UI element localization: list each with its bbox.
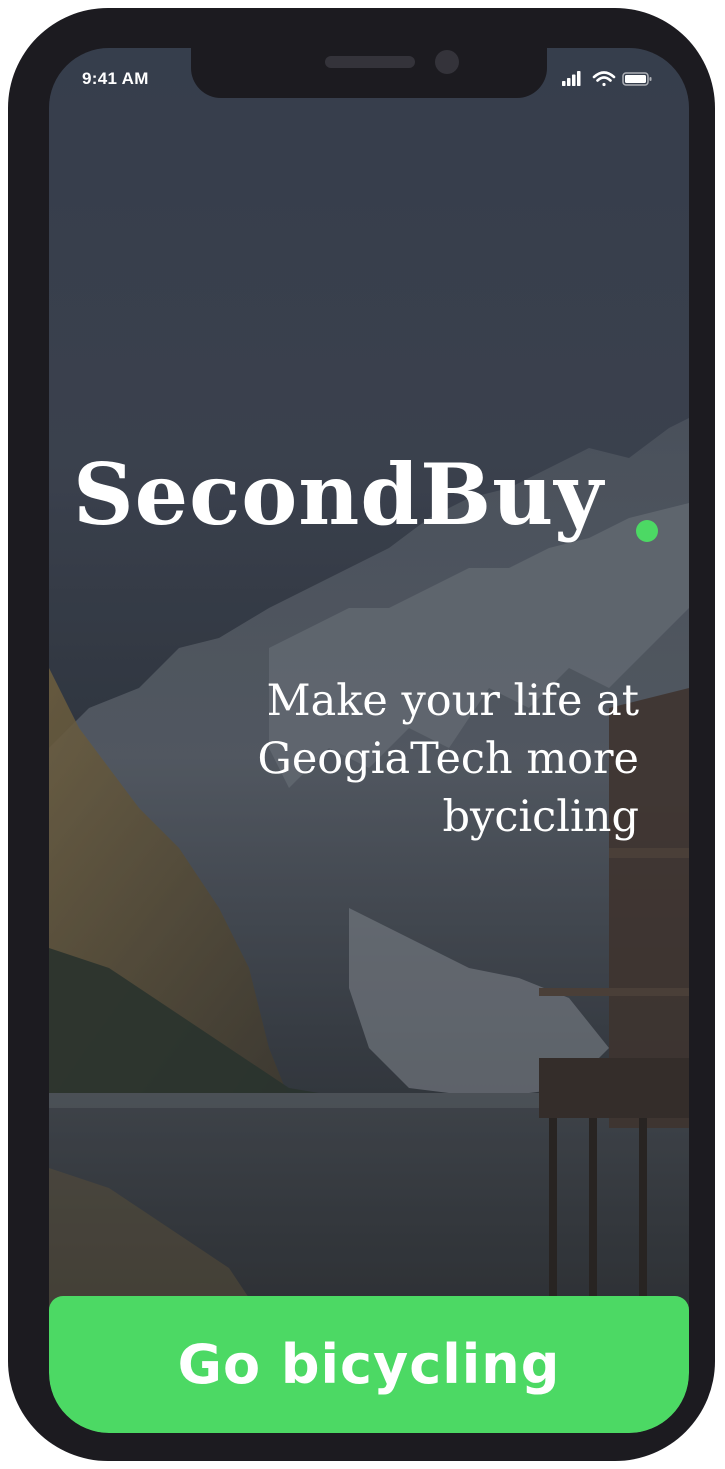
wifi-icon xyxy=(592,71,616,87)
battery-icon xyxy=(622,72,652,86)
tagline: Make your life at GeogiaTech more bycicl… xyxy=(169,672,640,846)
device-notch xyxy=(191,48,547,98)
status-bar-time: 9:41 AM xyxy=(82,69,149,88)
phone-frame: 9:41 AM SecondBuy Make your life at Geog… xyxy=(8,8,715,1461)
tagline-line: bycicling xyxy=(442,792,639,842)
tagline-line: GeogiaTech more xyxy=(257,734,640,784)
tagline-line: Make your life at xyxy=(266,676,639,726)
status-bar-icons xyxy=(562,71,652,87)
app-screen: 9:41 AM SecondBuy Make your life at Geog… xyxy=(49,48,689,1433)
go-bicycling-button[interactable]: Go bicycling xyxy=(49,1296,689,1433)
brand-accent-dot xyxy=(636,520,658,542)
speaker-grille xyxy=(325,56,415,68)
cellular-signal-icon xyxy=(562,71,581,86)
front-camera xyxy=(435,50,459,74)
brand-logo-text: SecondBuy xyxy=(73,445,604,544)
